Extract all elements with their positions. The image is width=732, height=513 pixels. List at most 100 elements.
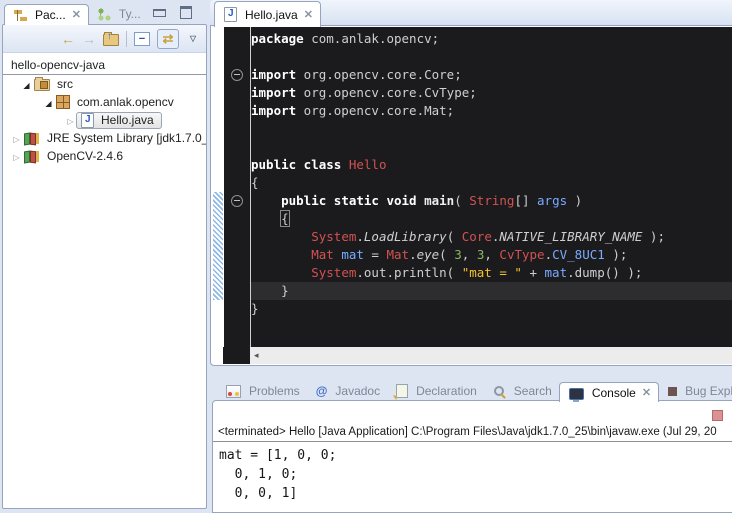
code-text[interactable]: package com.anlak.opencv; import org.open… <box>251 27 732 347</box>
code-line[interactable]: } <box>251 282 732 300</box>
tree-root-item[interactable]: hello-opencv-java <box>3 56 206 74</box>
fold-collapse-icon[interactable] <box>231 195 243 207</box>
tab-type-hierarchy-label: Ty... <box>119 7 141 21</box>
tab-type-hierarchy[interactable]: Ty... <box>89 3 148 25</box>
bottom-tab-label: Declaration <box>416 384 477 398</box>
tab-declaration[interactable]: Declaration <box>387 380 484 402</box>
range-indicator <box>213 192 223 300</box>
console-process-label: <terminated> Hello [Java Application] C:… <box>213 425 732 442</box>
code-line[interactable]: System.out.println( "mat = " + mat.dump(… <box>251 264 732 282</box>
code-line[interactable]: System.LoadLibrary( Core.NATIVE_LIBRARY_… <box>251 228 732 246</box>
code-line[interactable]: public class Hello <box>251 156 732 174</box>
toolbar-separator <box>126 31 127 47</box>
code-line[interactable]: { <box>251 210 732 228</box>
library-icon <box>24 150 40 163</box>
forward-icon[interactable] <box>82 31 96 47</box>
package-explorer-icon <box>14 9 27 22</box>
folding-gutter[interactable] <box>224 27 250 347</box>
code-line[interactable]: import org.opencv.core.Core; <box>251 66 732 84</box>
source-folder-icon <box>34 79 50 91</box>
code-line[interactable]: import org.opencv.core.Mat; <box>251 102 732 120</box>
code-line[interactable]: } <box>251 300 732 318</box>
tab-problems[interactable]: Problems <box>217 380 307 402</box>
editor-horizontal-scrollbar[interactable] <box>212 347 732 364</box>
scrollbar-track[interactable] <box>250 347 732 364</box>
tree-root-label: hello-opencv-java <box>8 58 108 72</box>
code-line[interactable]: Mat mat = Mat.eye( 3, 3, CvType.CV_8UC1 … <box>251 246 732 264</box>
bug-icon <box>668 387 677 396</box>
tab-hello-java[interactable]: Hello.java <box>214 1 321 27</box>
package-explorer-toolbar <box>3 25 206 53</box>
collapsed-arrow-icon[interactable] <box>65 113 76 127</box>
tab-javadoc[interactable]: Javadoc <box>307 380 387 402</box>
package-icon <box>56 95 70 109</box>
package-explorer-frame: hello-opencv-java src com.anlak.opencv Hell… <box>2 24 207 509</box>
close-icon[interactable] <box>304 10 313 20</box>
code-line[interactable] <box>251 48 732 66</box>
code-line[interactable]: { <box>251 174 732 192</box>
scrollbar-corner <box>223 347 250 364</box>
collapsed-arrow-icon[interactable] <box>11 149 22 163</box>
maximize-icon[interactable] <box>180 6 192 19</box>
bottom-view-tab-bar: ProblemsJavadoc Declaration Search Console B… <box>212 376 732 402</box>
problems-icon <box>226 385 241 398</box>
editor-frame: package com.anlak.opencv; import org.open… <box>210 25 732 366</box>
fold-collapse-icon[interactable] <box>231 69 243 81</box>
java-file-icon <box>224 7 237 22</box>
tree-item-label: OpenCV-2.4.6 <box>44 149 126 163</box>
tree-item-jre[interactable]: JRE System Library [jdk1.7.0_25] <box>3 129 206 147</box>
console-output[interactable]: mat = [1, 0, 0; 0, 1, 0; 0, 0, 1] <box>213 442 732 503</box>
tab-package-explorer[interactable]: Pac... <box>4 4 89 25</box>
project-tree[interactable]: hello-opencv-java src com.anlak.opencv Hell… <box>3 53 206 165</box>
console-view-stack: ProblemsJavadoc Declaration Search Console B… <box>212 376 732 511</box>
eclipse-workbench: { "colors": { "window_bg": "#dde5f3", "e… <box>0 0 732 511</box>
bottom-tab-label: Bug Explorer <box>685 384 732 398</box>
code-line[interactable] <box>251 138 732 156</box>
code-line[interactable]: public static void main( String[] args ) <box>251 192 732 210</box>
tab-search[interactable]: Search <box>484 380 559 402</box>
console-output-line: 0, 1, 0; <box>219 465 732 484</box>
back-icon[interactable] <box>61 31 75 47</box>
tab-console[interactable]: Console <box>559 382 659 402</box>
code-line[interactable]: package com.anlak.opencv; <box>251 30 732 48</box>
code-line[interactable]: import org.opencv.core.CvType; <box>251 84 732 102</box>
tree-item-hello[interactable]: Hello.java <box>3 111 206 129</box>
editor-area: Hello.java package com.anlak.opencv; impo… <box>210 0 732 366</box>
code-editor[interactable]: package com.anlak.opencv; import org.open… <box>212 27 732 347</box>
close-icon[interactable] <box>72 10 81 20</box>
console-output-line: 0, 0, 1] <box>219 484 732 503</box>
collapsed-arrow-icon[interactable] <box>11 131 22 145</box>
java-file-icon <box>81 113 94 128</box>
scroll-left-arrow-icon[interactable] <box>250 350 259 361</box>
minimize-icon[interactable] <box>153 9 166 17</box>
library-icon <box>24 132 40 145</box>
expanded-arrow-icon[interactable] <box>43 95 54 109</box>
tree-item-label: JRE System Library [jdk1.7.0_25] <box>44 131 206 145</box>
code-line[interactable] <box>251 120 732 138</box>
bottom-tab-label: Search <box>514 384 552 398</box>
tree-item-label: Hello.java <box>98 113 157 127</box>
up-folder-icon[interactable] <box>103 34 119 46</box>
console-frame: <terminated> Hello [Java Application] C:… <box>212 400 732 513</box>
tab-bug-explorer[interactable]: Bug Explorer <box>659 380 732 402</box>
console-toolbar <box>213 401 732 425</box>
collapse-all-icon[interactable] <box>134 32 150 46</box>
type-hierarchy-icon <box>98 8 111 21</box>
package-explorer-view: Pac... Ty... hello-opencv-java src com.anl… <box>2 0 208 511</box>
annotation-ruler[interactable] <box>212 27 224 347</box>
tree-item-label: src <box>54 77 76 91</box>
view-menu-icon[interactable] <box>186 31 200 47</box>
tree-item-src[interactable]: src <box>3 75 206 93</box>
tree-item-com[interactable]: com.anlak.opencv <box>3 93 206 111</box>
console-toolbar-icon[interactable] <box>712 410 723 421</box>
console-output-line: mat = [1, 0, 0; <box>219 446 732 465</box>
search-icon <box>493 385 506 398</box>
link-with-editor-icon[interactable] <box>157 29 179 49</box>
expanded-arrow-icon[interactable] <box>21 77 32 91</box>
view-window-buttons <box>153 6 192 19</box>
close-icon[interactable] <box>642 388 651 398</box>
tab-package-explorer-label: Pac... <box>35 8 66 22</box>
javadoc-icon <box>316 384 328 398</box>
bottom-tab-label: Console <box>592 386 636 400</box>
tree-item-opencv-2[interactable]: OpenCV-2.4.6 <box>3 147 206 165</box>
